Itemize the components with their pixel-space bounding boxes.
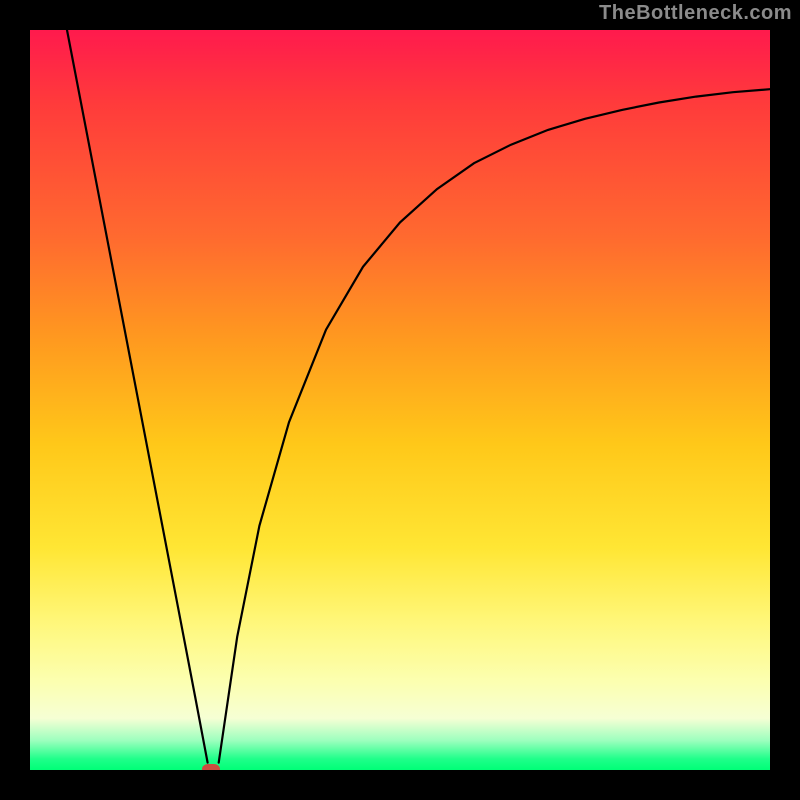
- optimum-marker: [202, 764, 220, 770]
- left-branch-path: [67, 30, 208, 763]
- chart-frame: TheBottleneck.com: [0, 0, 800, 800]
- watermark-text: TheBottleneck.com: [599, 2, 792, 25]
- curve-svg: [30, 30, 770, 770]
- plot-area: [30, 30, 770, 770]
- right-branch-path: [219, 89, 770, 762]
